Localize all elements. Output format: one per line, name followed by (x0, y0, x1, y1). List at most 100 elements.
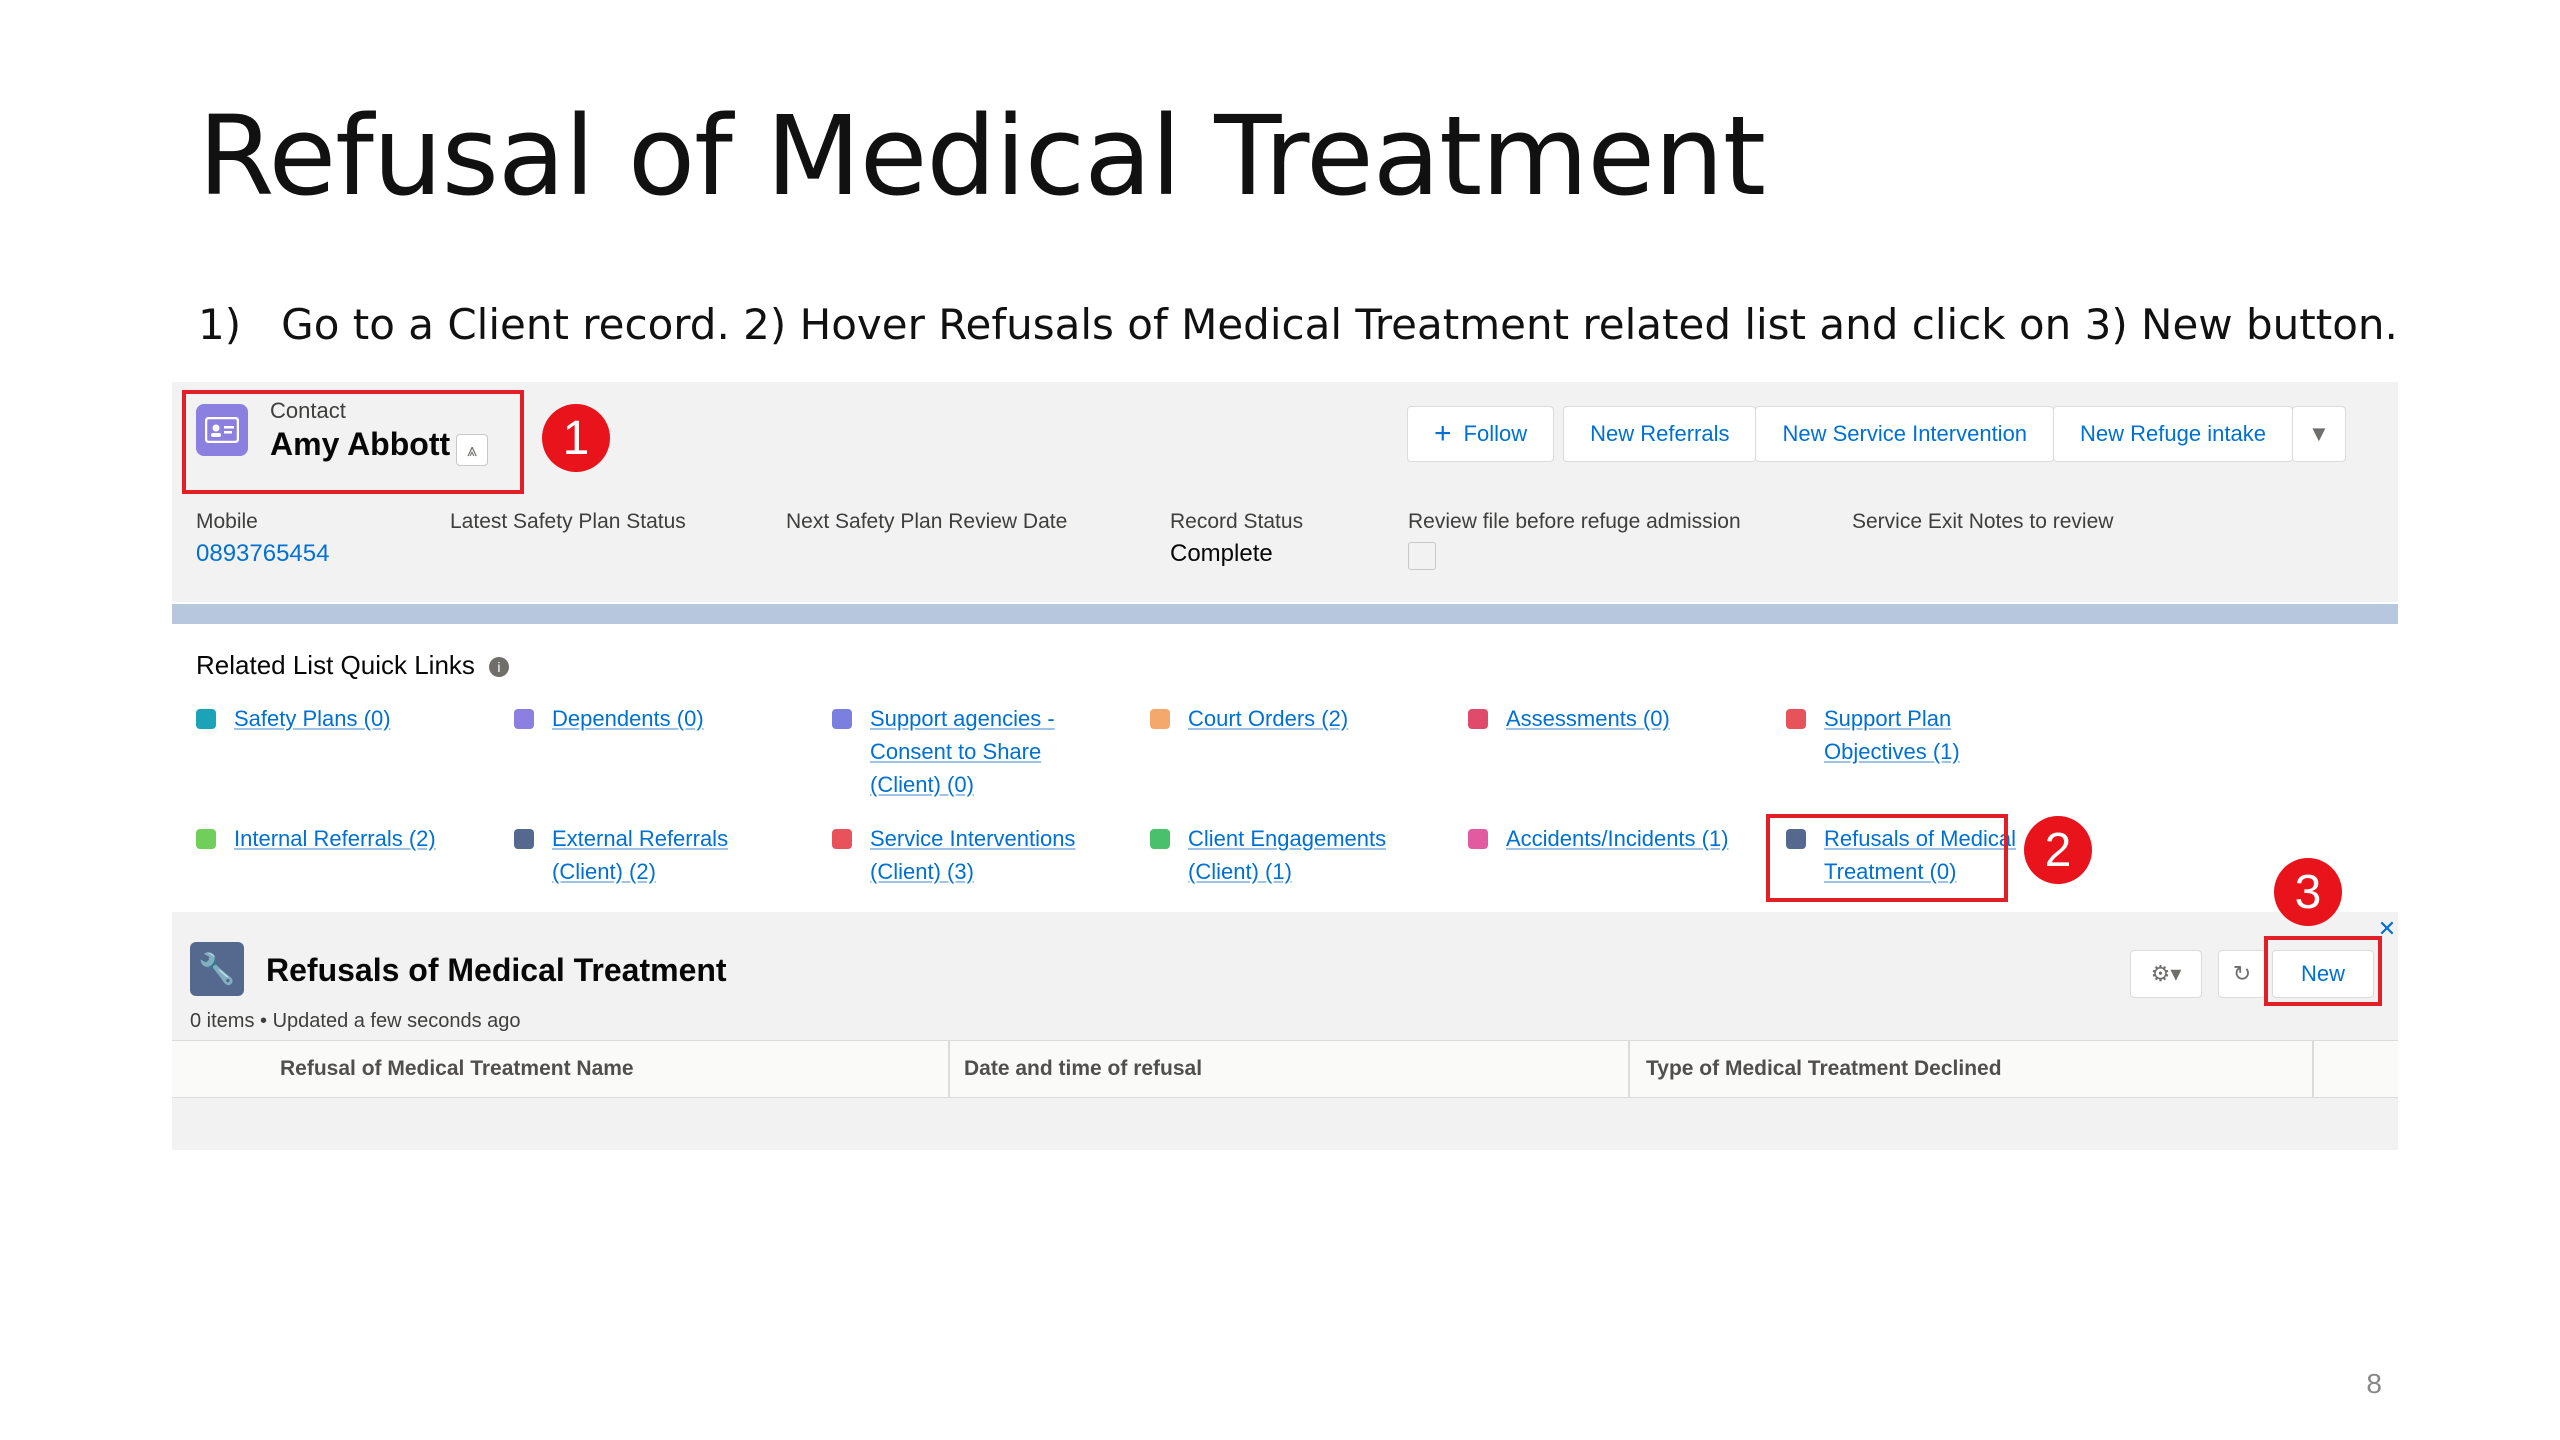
field-label: Review file before refuge admission (1408, 510, 1741, 533)
column-header[interactable]: Date and time of refusal (964, 1041, 1202, 1097)
quick-link-label: Internal Referrals (2) (234, 822, 436, 855)
related-list-icon (196, 709, 216, 729)
callout-badge-2: 2 (2024, 816, 2092, 884)
tab-band (172, 604, 2398, 624)
related-list-icon (1468, 709, 1488, 729)
quick-link-text: Safety Plans (0) (234, 706, 391, 731)
page-number: 8 (2366, 1368, 2382, 1399)
column-divider (2312, 1041, 2314, 1097)
quick-link-text: Consent to Share (870, 739, 1042, 764)
related-list-icon (1150, 829, 1170, 849)
related-list-icon (1786, 709, 1806, 729)
related-list-icon (1150, 709, 1170, 729)
quick-link[interactable]: Safety Plans (0) (196, 702, 391, 735)
quick-link-text: Objectives (1) (1824, 739, 1960, 764)
field-next-safety-plan-review-date: Next Safety Plan Review Date (786, 510, 1067, 534)
callout-box-3 (2264, 936, 2382, 1006)
related-list-title: Refusals of Medical Treatment (266, 952, 727, 988)
quick-link-text: Client Engagements (1188, 826, 1387, 851)
field-review-file: Review file before refuge admission (1408, 510, 1741, 570)
new-referrals-button[interactable]: New Referrals (1563, 406, 1757, 462)
related-list-icon (514, 829, 534, 849)
refresh-icon: ↻ (2232, 961, 2252, 986)
quick-link-label: Client Engagements (Client) (1) (1188, 822, 1386, 888)
field-latest-safety-plan-status: Latest Safety Plan Status (450, 510, 686, 534)
quick-link[interactable]: Dependents (0) (514, 702, 704, 735)
header-actions: + Follow New Referrals New Service Inter… (1407, 406, 2346, 462)
review-file-checkbox (1408, 542, 1436, 570)
quick-link-text: (Client) (0) (870, 772, 974, 797)
info-icon[interactable]: i (488, 657, 509, 678)
related-list-icon (1468, 829, 1488, 849)
quick-link-text: Service Interventions (870, 826, 1076, 851)
plus-icon: + (1434, 417, 1452, 450)
related-list-icon (832, 709, 852, 729)
slide-title: Refusal of Medical Treatment (198, 92, 1766, 220)
column-divider (1628, 1041, 1630, 1097)
quick-link[interactable]: External Referrals (Client) (2) (514, 822, 728, 888)
column-divider (948, 1041, 950, 1097)
callout-box-1 (182, 390, 524, 494)
field-service-exit-notes: Service Exit Notes to review (1852, 510, 2113, 534)
quick-link-text: Internal Referrals (2) (234, 826, 436, 851)
quick-link-text: Support Plan (1824, 706, 1952, 731)
quick-link-label: Support agencies - Consent to Share (Clien… (870, 702, 1055, 801)
mobile-link[interactable]: 0893765454 (196, 540, 329, 568)
quick-link-text: Accidents/Incidents (1) (1506, 826, 1729, 851)
callout-badge-3: 3 (2274, 858, 2342, 926)
more-actions-dropdown[interactable]: ▼ (2291, 406, 2346, 462)
quick-link-label: Support Plan Objectives (1) (1824, 702, 1960, 768)
quick-link[interactable]: Support agencies - Consent to Share (Clien… (832, 702, 1055, 801)
quick-link-label: Dependents (0) (552, 702, 704, 735)
related-list-icon (832, 829, 852, 849)
salesforce-screenshot: Contact Amy Abbott ⩓ + Follow New Referr… (172, 382, 2398, 1150)
quick-link[interactable]: Internal Referrals (2) (196, 822, 436, 855)
field-record-status: Record Status Complete (1170, 510, 1303, 568)
column-header[interactable]: Type of Medical Treatment Declined (1646, 1041, 2002, 1097)
quick-link-text: (Client) (2) (552, 859, 656, 884)
quick-link-label: Court Orders (2) (1188, 702, 1348, 735)
callout-badge-1: 1 (542, 404, 610, 472)
slide-instructions: 1) Go to a Client record. 2) Hover Refus… (198, 300, 2398, 349)
quick-link[interactable]: Service Interventions (Client) (3) (832, 822, 1075, 888)
quick-link[interactable]: Assessments (0) (1468, 702, 1670, 735)
field-label: Mobile (196, 510, 258, 533)
field-label: Service Exit Notes to review (1852, 510, 2114, 533)
quick-link-label: Accidents/Incidents (1) (1506, 822, 1729, 855)
field-label: Next Safety Plan Review Date (786, 510, 1068, 533)
quick-link-text: Support agencies - (870, 706, 1055, 731)
quick-link-text: Assessments (0) (1506, 706, 1670, 731)
callout-box-2 (1766, 814, 2008, 902)
related-list-subtitle: 0 items • Updated a few seconds ago (190, 1010, 521, 1032)
quick-link-text: (Client) (3) (870, 859, 974, 884)
quick-link-label: Service Interventions (Client) (3) (870, 822, 1075, 888)
quick-link[interactable]: Support Plan Objectives (1) (1786, 702, 1960, 768)
quick-link-label: Safety Plans (0) (234, 702, 391, 735)
quick-link-text: External Referrals (552, 826, 729, 851)
settings-dropdown-button[interactable]: ⚙▾ (2130, 950, 2202, 998)
quick-link[interactable]: Client Engagements (Client) (1) (1150, 822, 1386, 888)
related-list-panel: ✕ 🔧 Refusals of Medical Treatment 0 item… (172, 912, 2398, 1150)
field-label: Latest Safety Plan Status (450, 510, 686, 533)
chevron-down-icon: ▼ (2308, 421, 2330, 446)
quick-links-title: Related List Quick Links i (196, 650, 509, 681)
gear-icon: ⚙▾ (2150, 961, 2182, 986)
field-label: Record Status (1170, 510, 1304, 533)
quick-link[interactable]: Accidents/Incidents (1) (1468, 822, 1729, 855)
new-service-intervention-button[interactable]: New Service Intervention (1755, 406, 2055, 462)
refresh-button[interactable]: ↻ (2218, 950, 2266, 998)
new-refuge-intake-button[interactable]: New Refuge intake (2053, 406, 2293, 462)
quick-link-label: External Referrals (Client) (2) (552, 822, 728, 888)
quick-link-text: Dependents (0) (552, 706, 704, 731)
column-header[interactable]: Refusal of Medical Treatment Name (280, 1041, 634, 1097)
follow-button[interactable]: + Follow (1407, 406, 1555, 462)
record-status-value: Complete (1170, 540, 1273, 567)
table-header: Refusal of Medical Treatment Name Date a… (172, 1040, 2398, 1098)
quick-link-text: (Client) (1) (1188, 859, 1292, 884)
related-list-icon (196, 829, 216, 849)
quick-link-text: Court Orders (2) (1188, 706, 1349, 731)
wrench-icon: 🔧 (190, 942, 244, 996)
follow-label: Follow (1463, 421, 1528, 446)
quick-link[interactable]: Court Orders (2) (1150, 702, 1348, 735)
quick-link-label: Assessments (0) (1506, 702, 1670, 735)
